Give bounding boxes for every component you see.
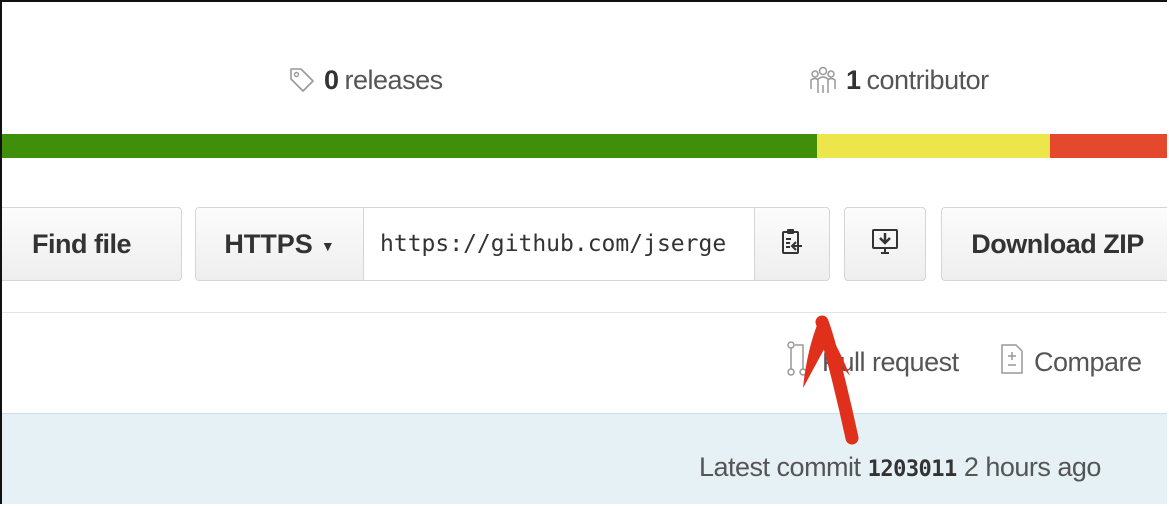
caret-down-icon: ▼ <box>320 238 335 254</box>
clone-url-group: HTTPS ▼ https://github.com/jserge <box>195 207 830 281</box>
releases-link[interactable]: 0 releases <box>288 60 443 100</box>
clippy-icon <box>780 227 804 262</box>
download-zip-button[interactable]: Download ZIP <box>941 207 1167 281</box>
latest-commit-bar: Latest commit 1203011 2 hours ago <box>2 413 1167 504</box>
language-segment[interactable] <box>2 134 818 158</box>
open-in-desktop-button[interactable] <box>844 207 926 281</box>
copy-to-clipboard-button[interactable] <box>754 208 829 280</box>
commit-time: 2 hours ago <box>963 452 1102 482</box>
repository-summary: 0 releases 1 contributor <box>2 2 1167 134</box>
clone-protocol-label: HTTPS <box>224 228 313 259</box>
compare-link[interactable]: Compare <box>1000 342 1142 382</box>
commit-sha-link[interactable]: 1203011 <box>868 457 958 482</box>
clone-url-input[interactable]: https://github.com/jserge <box>364 208 754 280</box>
pull-request-label: Pull request <box>822 346 959 377</box>
contributors-label: contributor <box>866 64 990 95</box>
pull-request-link[interactable]: Pull request <box>786 340 959 382</box>
language-segment[interactable] <box>1050 134 1167 158</box>
latest-commit-prefix: Latest commit <box>699 452 861 482</box>
desktop-download-icon <box>870 226 900 263</box>
diff-icon <box>1000 343 1024 382</box>
find-file-button[interactable]: Find file <box>2 207 182 281</box>
releases-label: releases <box>344 64 444 95</box>
contributors-link[interactable]: 1 contributor <box>808 60 989 100</box>
tag-icon <box>288 66 316 94</box>
repository-actions: Pull request Compare <box>2 312 1167 414</box>
compare-label: Compare <box>1034 346 1142 377</box>
file-navigation-toolbar: Find file HTTPS ▼ https://github.com/jse… <box>2 157 1167 313</box>
language-segment[interactable] <box>817 134 1051 158</box>
language-bar[interactable] <box>2 134 1167 158</box>
releases-count: 0 <box>324 64 339 95</box>
git-pull-request-icon <box>786 339 808 386</box>
organization-icon <box>808 65 838 95</box>
latest-commit-info: Latest commit 1203011 2 hours ago <box>699 452 1101 483</box>
repository-page: 0 releases 1 contributor Find file HTTPS… <box>0 0 1167 504</box>
clone-protocol-dropdown[interactable]: HTTPS ▼ <box>196 208 364 280</box>
contributors-count: 1 <box>846 64 861 95</box>
